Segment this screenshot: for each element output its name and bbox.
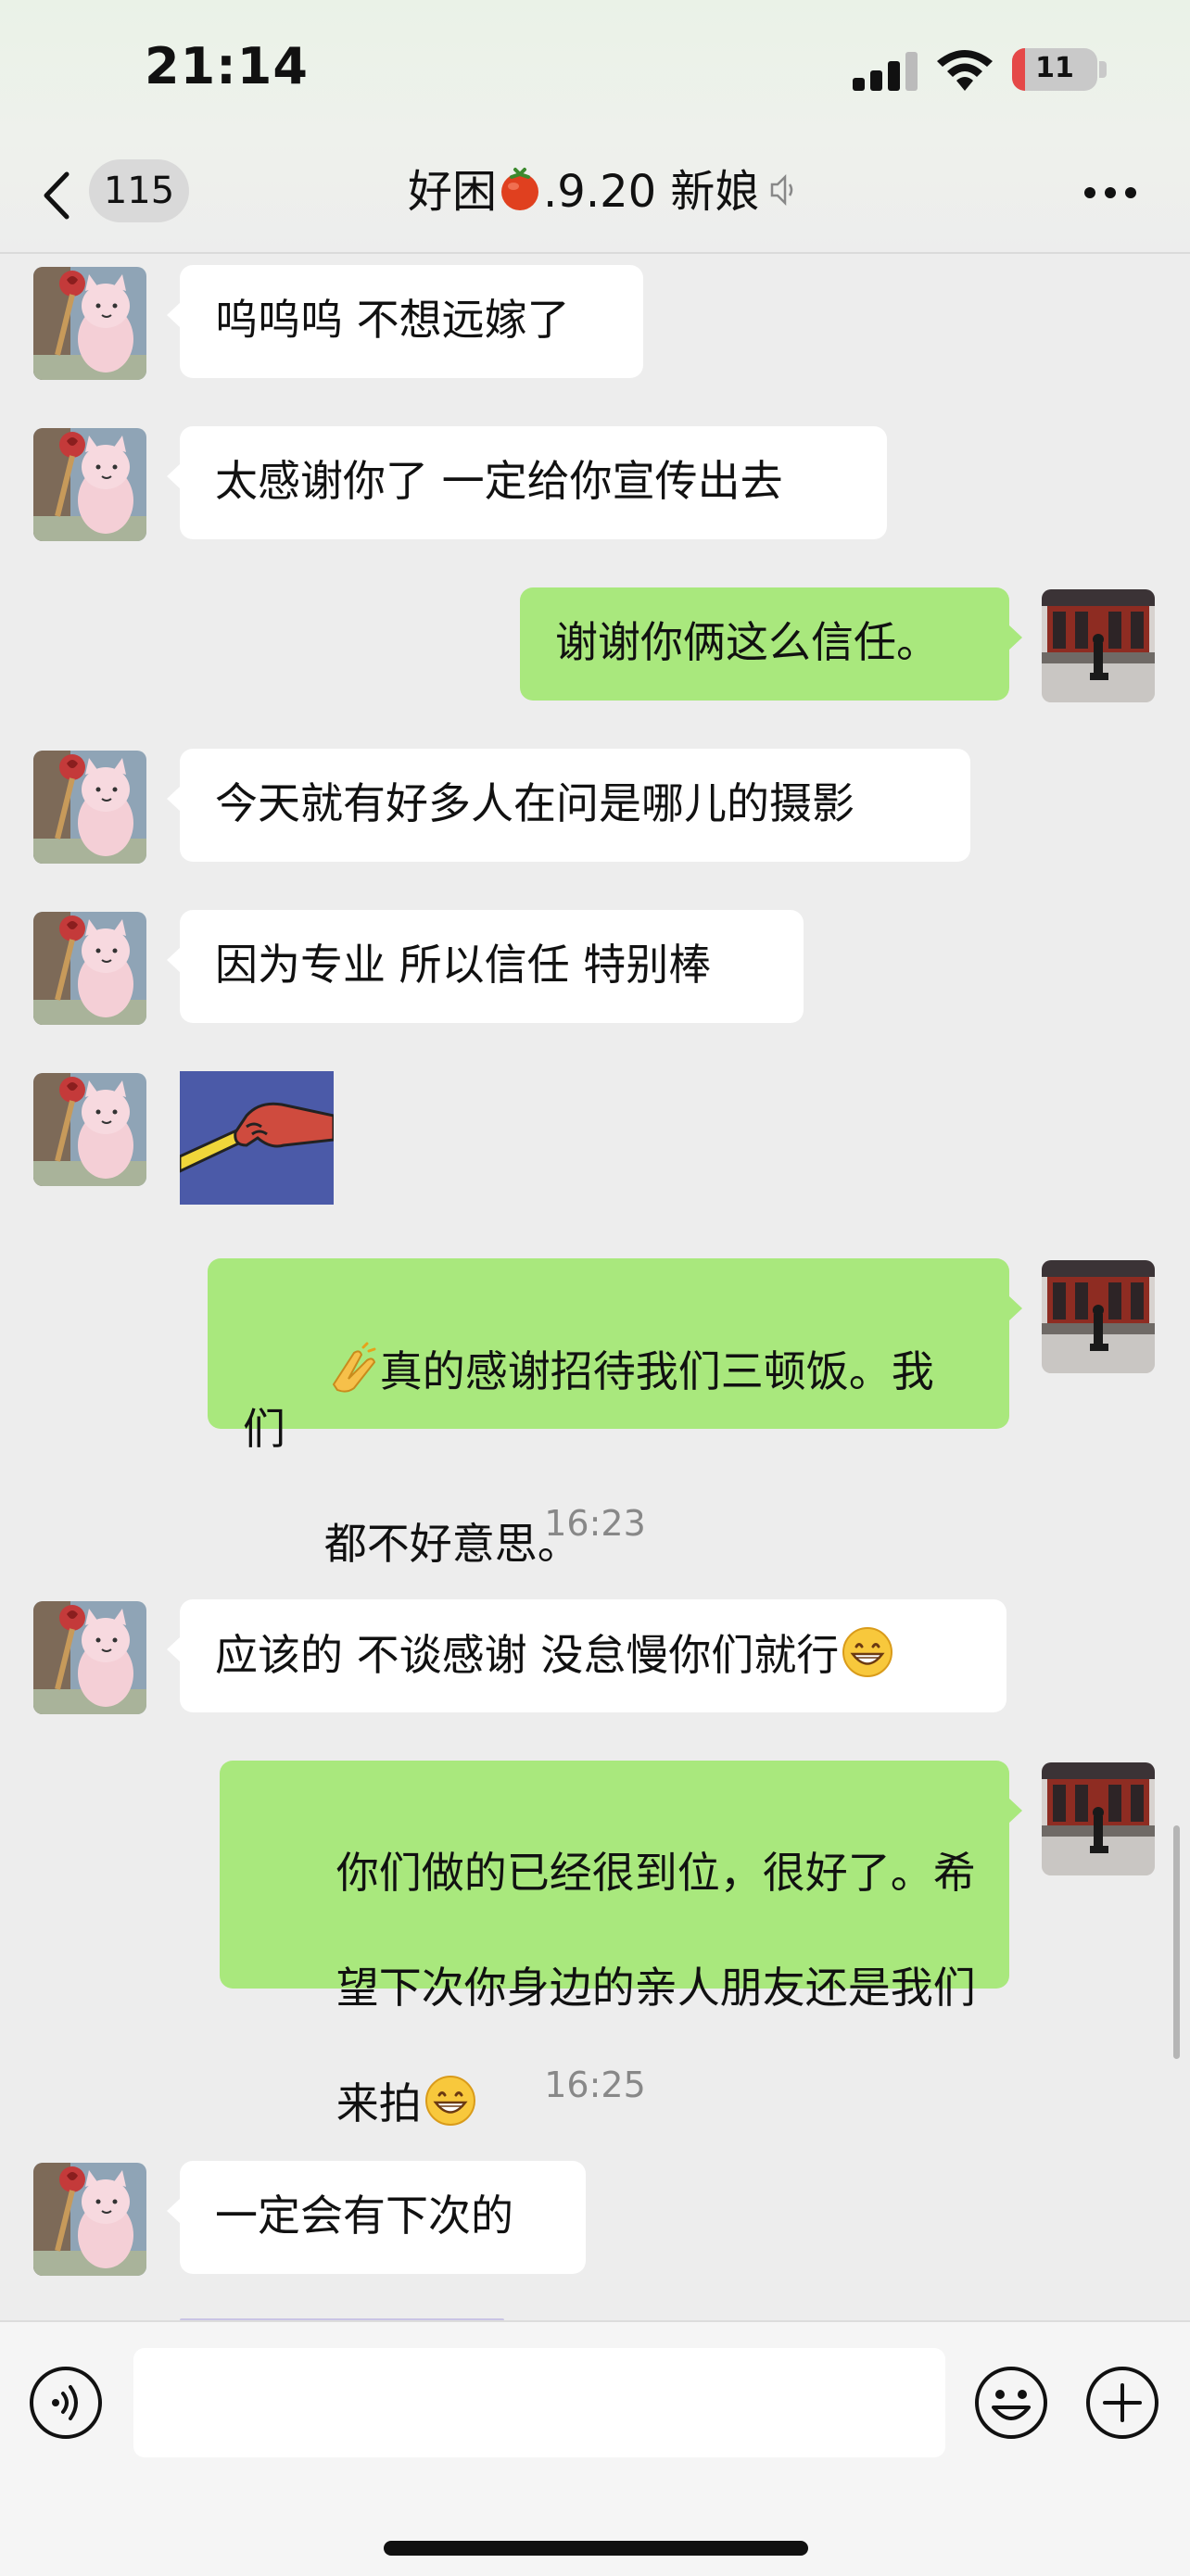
back-chevron-icon[interactable]: [37, 163, 74, 228]
message-text-body: 应该的 不谈感谢 没怠慢你们就行: [215, 1630, 840, 1680]
message-text: 呜呜呜 不想远嫁了: [215, 295, 570, 345]
contact-avatar[interactable]: [33, 751, 146, 864]
muted-bell-icon: [771, 173, 793, 207]
message-list[interactable]: 呜呜呜 不想远嫁了 太感谢你了 一定给你宣传出去 谢谢你俩这么信任。 今天就有好…: [0, 254, 1190, 2320]
message-text-line2: 望下次你身边的亲人朋友还是我们: [335, 1963, 976, 2013]
message-text-line1: 你们做的已经很到位，很好了。希: [335, 1848, 976, 1898]
message-bubble-incoming[interactable]: 今天就有好多人在问是哪儿的摄影: [167, 749, 970, 862]
message-text: 谢谢你俩这么信任。: [555, 617, 939, 667]
wifi-icon: [937, 50, 993, 91]
message-text: 今天就有好多人在问是哪儿的摄影: [215, 778, 855, 828]
message-bubble-outgoing[interactable]: 真的感谢招待我们三顿饭。我们 都不好意思。: [208, 1258, 1022, 1569]
my-avatar[interactable]: [1042, 589, 1155, 702]
my-avatar[interactable]: [1042, 1762, 1155, 1875]
message-bubble-incoming[interactable]: 应该的 不谈感谢 没怠慢你们就行: [167, 1599, 1006, 1712]
chat-title-prefix: 好困: [408, 166, 498, 218]
message-text: 一定会有下次的: [215, 2191, 513, 2241]
message-bubble-incoming[interactable]: 因为专业 所以信任 特别棒: [167, 910, 804, 1023]
chat-title[interactable]: 好困 .9.20 新娘: [408, 159, 800, 224]
cellular-signal-icon: [853, 52, 919, 91]
message-bubble-incoming[interactable]: 一定会有下次的: [167, 2161, 586, 2274]
input-bar: [0, 2320, 1190, 2576]
contact-avatar[interactable]: [33, 912, 146, 1025]
message-input[interactable]: [133, 2348, 945, 2457]
message-bubble-incoming[interactable]: 太感谢你了 一定给你宣传出去: [167, 426, 887, 539]
battery-level: 11: [1035, 52, 1074, 84]
message-text: 应该的 不谈感谢 没怠慢你们就行: [215, 1625, 973, 1684]
tomato-icon: [501, 168, 539, 210]
message-bubble-outgoing[interactable]: 谢谢你俩这么信任。: [520, 587, 1022, 701]
contact-avatar[interactable]: [33, 1601, 146, 1714]
chat-header: 115 好困 .9.20 新娘: [0, 139, 1190, 254]
message-bubble-incoming[interactable]: 呜呜呜 不想远嫁了: [167, 265, 643, 378]
status-bar: 21:14 11: [0, 0, 1190, 139]
more-actions-plus-icon[interactable]: [1084, 2365, 1160, 2441]
chat-title-suffix: .9.20 新娘: [543, 166, 760, 218]
emoji-picker-icon[interactable]: [973, 2365, 1049, 2441]
my-avatar[interactable]: [1042, 1260, 1155, 1373]
voice-input-icon[interactable]: [28, 2365, 104, 2441]
message-text: 你们做的已经很到位，很好了。希 望下次你身边的亲人朋友还是我们 来拍: [255, 1787, 976, 2190]
home-indicator[interactable]: [384, 2541, 808, 2556]
contact-avatar[interactable]: [33, 428, 146, 541]
grinning-face-emoji: [842, 1627, 893, 1677]
unread-count-badge[interactable]: 115: [89, 159, 189, 222]
contact-avatar[interactable]: [33, 267, 146, 380]
contact-avatar[interactable]: [33, 2163, 146, 2276]
handshake-sticker[interactable]: [180, 1071, 334, 1205]
chat-scrollbar[interactable]: [1173, 1825, 1180, 2059]
message-text: 真的感谢招待我们三顿饭。我们 都不好意思。: [243, 1284, 976, 1630]
message-text: 太感谢你了 一定给你宣传出去: [215, 456, 783, 506]
contact-avatar[interactable]: [33, 1073, 146, 1186]
clapping-hands-emoji: [332, 1342, 376, 1393]
timestamp: 16:25: [544, 2065, 646, 2105]
status-time: 21:14: [145, 37, 309, 95]
battery-tip: [1099, 61, 1107, 78]
more-options-icon[interactable]: [1084, 182, 1140, 204]
battery-icon: 11: [1012, 48, 1097, 91]
message-text: 因为专业 所以信任 特别棒: [215, 940, 712, 990]
message-bubble-outgoing[interactable]: 你们做的已经很到位，很好了。希 望下次你身边的亲人朋友还是我们 来拍: [220, 1761, 1022, 2128]
timestamp: 16:23: [544, 1503, 646, 1544]
